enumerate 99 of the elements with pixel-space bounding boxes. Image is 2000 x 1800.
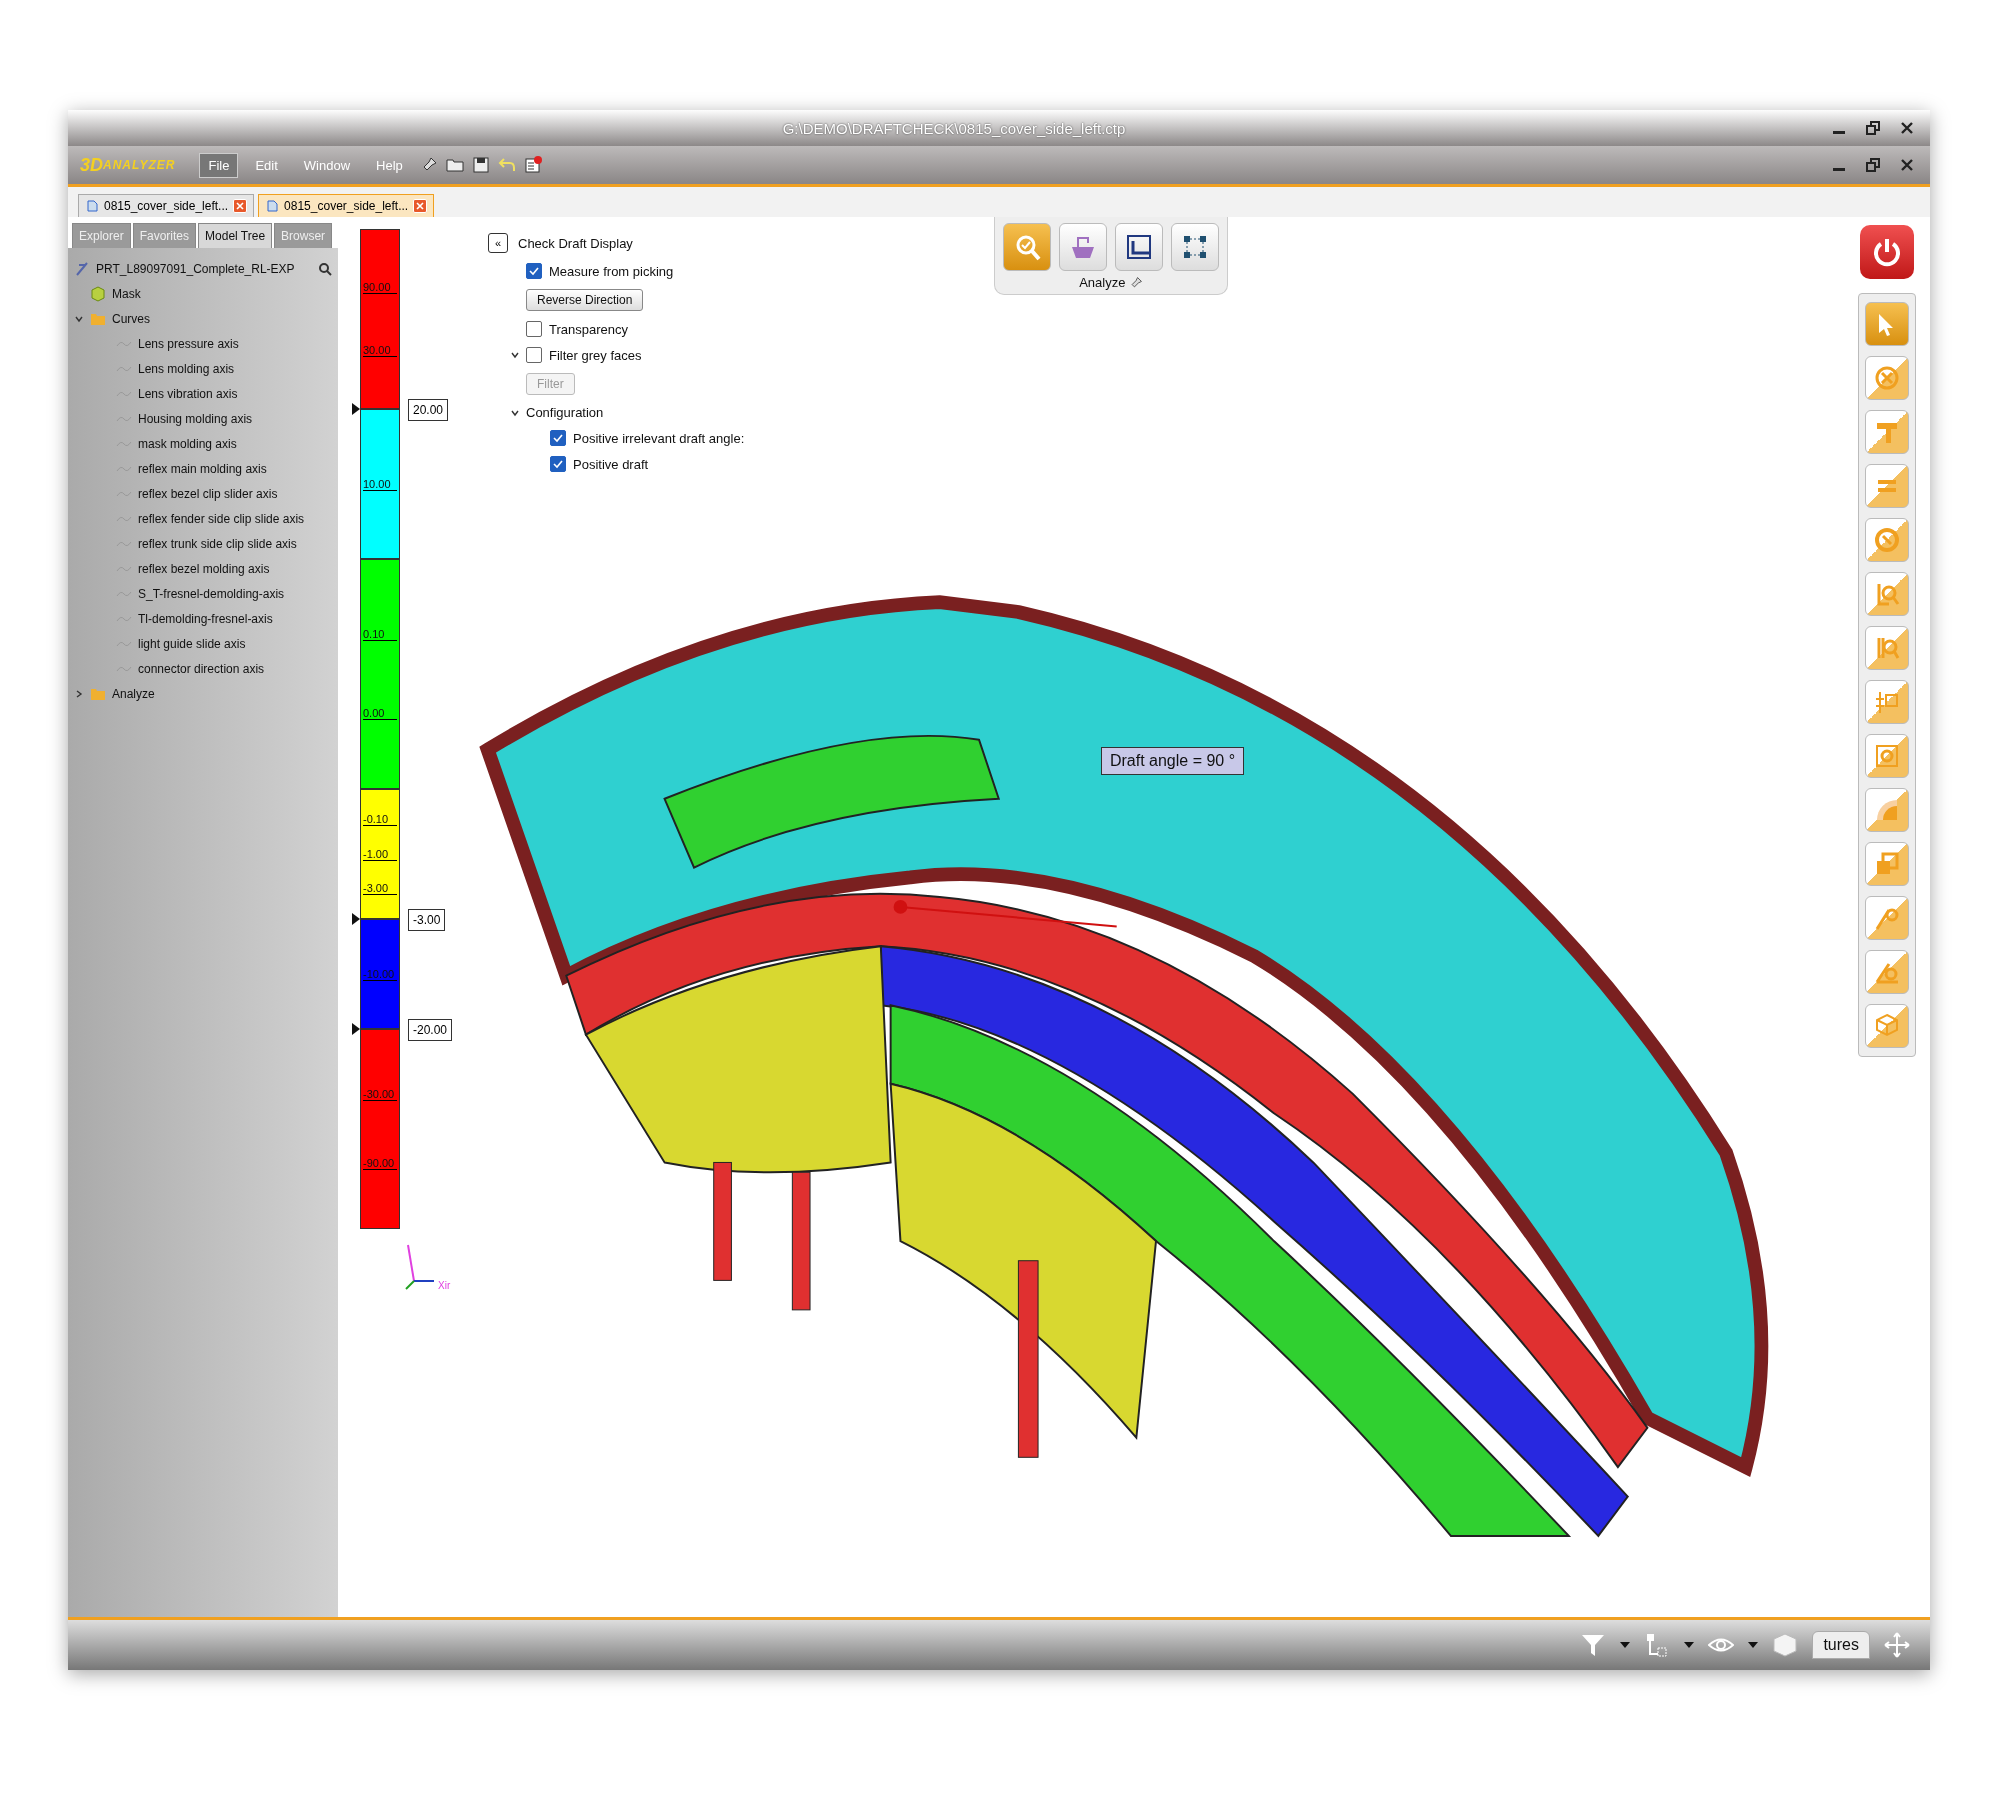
scale-label: 30.00 — [363, 343, 397, 357]
curve-icon — [116, 414, 132, 423]
checkbox[interactable]: Measure from picking — [526, 263, 674, 279]
scale-label: 10.00 — [363, 477, 397, 491]
angle-check-icon[interactable] — [1865, 950, 1909, 994]
folder-icon — [90, 311, 106, 326]
curve-icon — [116, 489, 132, 498]
tree-item[interactable]: light guide slide axis — [138, 636, 246, 651]
bottom-tab[interactable]: tures — [1812, 1631, 1870, 1659]
filter-icon[interactable] — [1580, 1632, 1607, 1658]
pointer-icon[interactable] — [1865, 302, 1909, 346]
tree-item[interactable]: Lens molding axis — [138, 361, 235, 376]
frame-icon[interactable] — [1115, 223, 1164, 271]
checkmark-icon — [529, 266, 539, 276]
curve-icon — [116, 439, 132, 448]
tab-label: 0815_cover_side_left... — [284, 199, 409, 213]
curve-icon — [116, 564, 132, 573]
caret-icon[interactable] — [1684, 1642, 1695, 1648]
tree-item[interactable]: reflex bezel molding axis — [138, 561, 270, 576]
power-icon[interactable] — [1860, 225, 1914, 279]
check-magnifier-icon[interactable] — [1003, 223, 1052, 271]
scale-label: -90.00 — [363, 1157, 397, 1170]
tray-icon[interactable] — [1059, 223, 1108, 271]
tree-item[interactable]: Lens vibration axis — [138, 386, 238, 401]
tree-item[interactable]: Housing molding axis — [138, 411, 253, 426]
model-drawing[interactable] — [480, 595, 1769, 1537]
chevron-icon[interactable] — [510, 350, 520, 360]
panel-button[interactable]: Reverse Direction — [526, 289, 644, 311]
folder-icon — [90, 686, 106, 701]
document-icon — [265, 199, 280, 213]
tree-item[interactable]: mask molding axis — [138, 436, 237, 451]
document-icon — [85, 199, 99, 213]
tree-item[interactable]: reflex bezel clip slider axis — [138, 486, 278, 501]
scale-label: -0.10 — [363, 813, 397, 827]
checkbox[interactable]: Positive irrelevant draft angle: — [550, 430, 745, 446]
list-alert-icon[interactable] — [523, 156, 542, 174]
tree-item[interactable]: Curves — [112, 311, 150, 326]
threshold-field[interactable]: -20.00 — [408, 1019, 453, 1041]
tree-item[interactable]: connector direction axis — [138, 661, 265, 676]
tree-item[interactable]: Lens pressure axis — [138, 336, 239, 351]
curve-icon — [116, 514, 132, 523]
tree-item[interactable]: Mask — [112, 286, 141, 301]
tree-root[interactable]: PRT_L89097091_Complete_RL-EXP — [96, 261, 295, 276]
curve-icon — [116, 464, 132, 473]
tree-item[interactable]: Analyze — [112, 686, 155, 701]
curve-icon — [116, 589, 132, 598]
corner-points-icon[interactable] — [1171, 223, 1220, 271]
box-icon — [90, 285, 106, 302]
window-title: G:\DEMO\DRAFTCHECK\0815_cover_side_left.ctp — [781, 119, 1127, 137]
scale-label: 0.00 — [363, 707, 397, 720]
cube-icon[interactable] — [1772, 1632, 1799, 1658]
menu-item[interactable]: File — [199, 152, 239, 178]
folder-icon[interactable] — [445, 156, 464, 174]
panel-tab[interactable]: Model Tree — [198, 223, 273, 248]
search-icon[interactable] — [318, 261, 332, 276]
tree-item[interactable]: Tl-demolding-fresnel-axis — [138, 611, 273, 626]
threshold-field[interactable]: 20.00 — [408, 399, 449, 421]
checkbox[interactable]: Transparency — [526, 321, 628, 337]
curve-icon — [116, 539, 132, 548]
tree-item[interactable]: reflex fender side clip slide axis — [138, 511, 305, 526]
tooltip: Draft angle = 90 ° — [1100, 746, 1245, 775]
scale-label: -30.00 — [363, 1088, 397, 1101]
move-icon[interactable] — [1884, 1632, 1910, 1658]
line-check-icon[interactable] — [1865, 896, 1909, 940]
caret-icon[interactable] — [1748, 1642, 1759, 1648]
tab-label: 0815_cover_side_left... — [104, 199, 229, 213]
scale-label: -3.00 — [363, 881, 397, 895]
checkbox[interactable]: Filter grey faces — [526, 347, 642, 363]
document-tab[interactable]: 0815_cover_side_left... — [78, 194, 255, 217]
section-heading: Configuration — [526, 405, 604, 420]
threshold-field[interactable]: -3.00 — [408, 909, 446, 931]
tree-item[interactable]: reflex trunk side clip slide axis — [138, 536, 297, 551]
axis-label: Xir — [438, 1280, 451, 1291]
save-icon[interactable] — [471, 156, 490, 174]
curve-icon — [116, 639, 132, 648]
scale-label: 90.00 — [363, 281, 397, 295]
checkmark-icon — [553, 433, 563, 443]
curve-icon — [116, 364, 132, 373]
document-tab[interactable]: 0815_cover_side_left... — [258, 194, 435, 217]
panel-title: Check Draft Display — [518, 235, 633, 251]
caret-icon[interactable] — [1620, 1642, 1631, 1648]
scale-label: -1.00 — [363, 847, 397, 861]
marker-arrow-icon[interactable] — [352, 1023, 360, 1035]
curve-icon — [116, 339, 132, 348]
tree-item[interactable]: reflex main molding axis — [138, 461, 267, 476]
curve-icon — [116, 389, 132, 398]
checkbox[interactable]: Positive draft — [550, 456, 649, 472]
app-logo: 3DANALYZER — [80, 154, 176, 176]
scale-label: 0.10 — [363, 628, 397, 641]
checkmark-icon — [553, 459, 563, 469]
chevron-icon[interactable] — [74, 688, 84, 699]
curve-icon — [116, 664, 132, 673]
scale-label: -10.00 — [363, 967, 397, 981]
ribbon-label: Analyze — [1079, 275, 1126, 290]
curve-icon — [116, 614, 132, 623]
marker-arrow-icon[interactable] — [352, 403, 360, 415]
tree-item[interactable]: S_T-fresnel-demolding-axis — [138, 586, 285, 601]
marker-arrow-icon[interactable] — [352, 913, 360, 925]
collapse-button[interactable]: « — [488, 233, 508, 253]
